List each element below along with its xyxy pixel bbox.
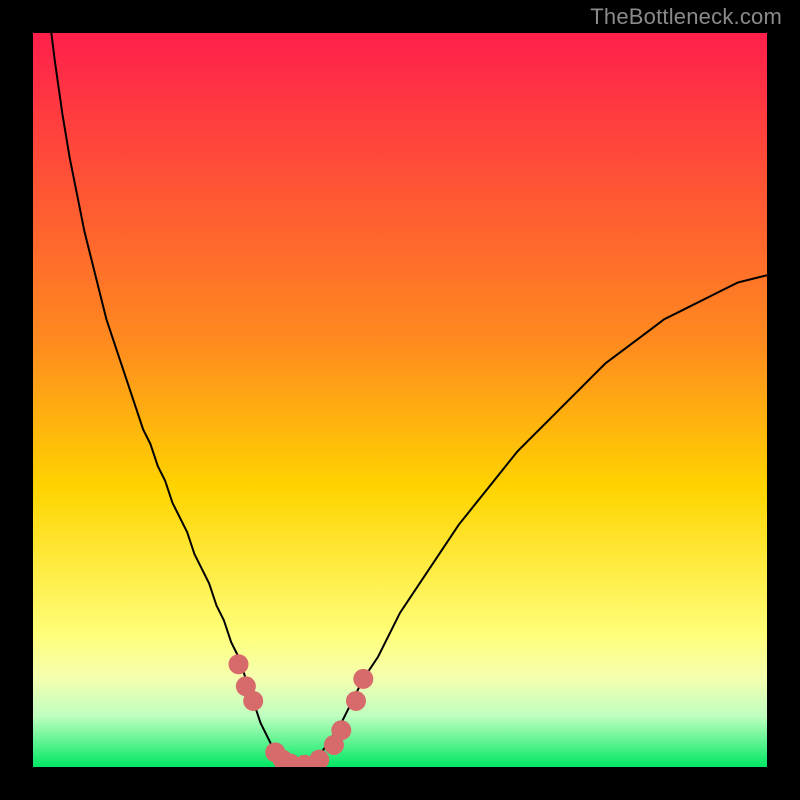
plot-area	[33, 33, 767, 767]
outer-frame: TheBottleneck.com	[0, 0, 800, 800]
gradient-background	[33, 33, 767, 767]
chart-svg	[33, 33, 767, 767]
data-marker	[346, 691, 366, 711]
data-marker	[243, 691, 263, 711]
data-marker	[353, 669, 373, 689]
data-marker	[229, 654, 249, 674]
watermark-text: TheBottleneck.com	[590, 4, 782, 30]
data-marker	[331, 720, 351, 740]
